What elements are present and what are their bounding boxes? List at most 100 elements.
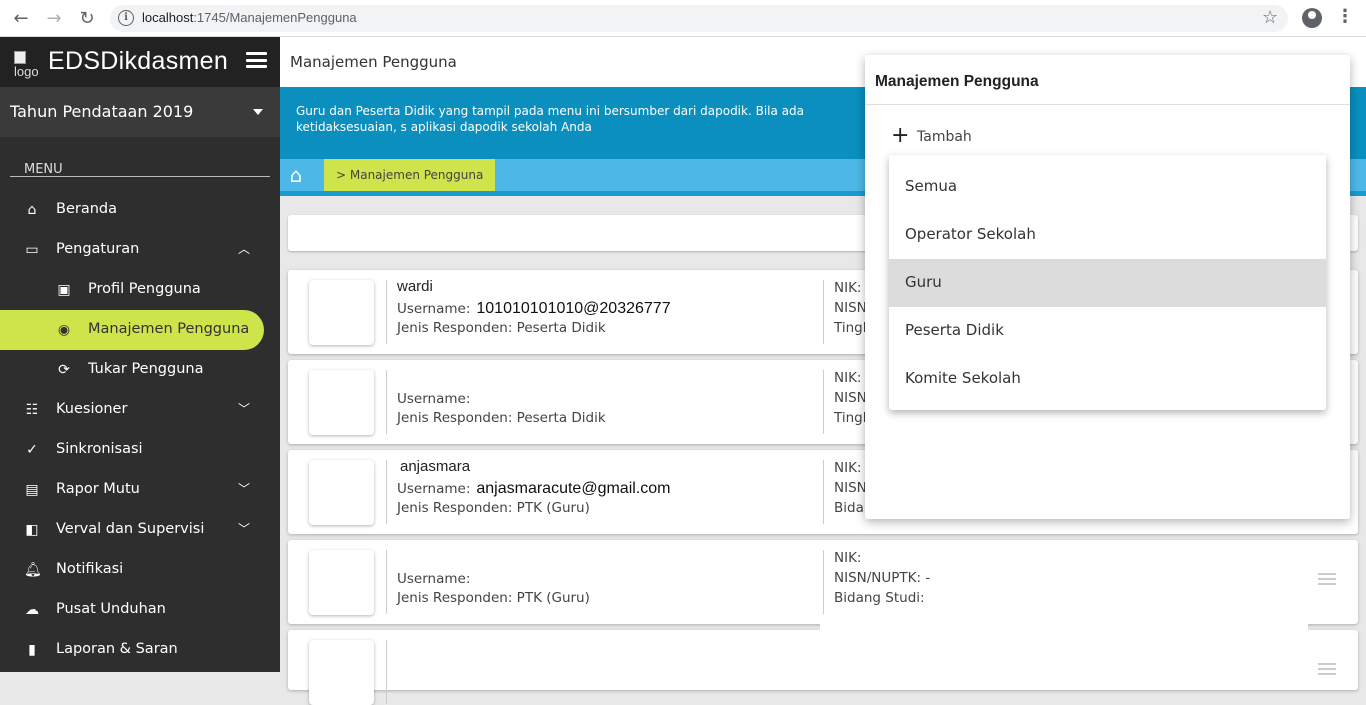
nisn-label: NISN	[834, 390, 867, 406]
nik-label: NIK:	[834, 460, 862, 476]
sidebar-item-label: Pengaturan	[56, 241, 140, 257]
add-button-label: Tambah	[917, 129, 972, 145]
jenis-responden: Jenis Responden: Peserta Didik	[397, 410, 606, 426]
user-card[interactable]: Username: Jenis Responden: PTK (Guru) NI…	[288, 540, 1358, 624]
avatar	[309, 460, 374, 525]
option-label: Operator Sekolah	[905, 225, 1036, 243]
logo-image: logo	[14, 51, 46, 85]
sidebar-item-label: Laporan & Saran	[56, 641, 178, 657]
page-title: Manajemen Pengguna	[290, 53, 457, 71]
jenis-responden: Jenis Responden: Peserta Didik	[397, 320, 606, 336]
year-select[interactable]: Tahun Pendataan 2019	[0, 87, 280, 177]
sidebar-item-label: Manajemen Pengguna	[88, 321, 250, 337]
nisn-label: NISN	[834, 480, 867, 496]
brand-header: logo EDSDikdasmen	[0, 37, 280, 87]
sidebar-item-pengaturan[interactable]: ▭ Pengaturan ︿	[0, 230, 280, 270]
bookmark-star-icon[interactable]: ☆	[1262, 7, 1278, 28]
user-name: anjasmara	[400, 458, 471, 475]
popup-title: Manajemen Pengguna	[875, 73, 1039, 90]
sidebar-item-verval-dan-supervisi[interactable]: ◧ Verval dan Supervisi ﹀	[0, 510, 280, 550]
username-row: Username: 101010101010@20326777	[397, 300, 671, 318]
username-label: Username:	[397, 391, 471, 407]
chevron-up-icon: ︿	[238, 242, 251, 256]
report-icon: ▮	[28, 642, 36, 658]
divider	[386, 460, 387, 524]
divider	[386, 640, 387, 704]
url-host: localhost	[142, 10, 194, 25]
user-circle-icon: ◉	[57, 322, 71, 338]
overlay-block	[820, 620, 1308, 672]
sidebar-item-kuesioner[interactable]: ☷ Kuesioner ﹀	[0, 390, 280, 430]
nisn-label: NISN/NUPTK: -	[834, 570, 931, 586]
book-icon: ▤	[25, 482, 39, 498]
verify-icon: ◧	[25, 522, 39, 538]
username-row: Username: anjasmaracute@gmail.com	[397, 480, 670, 498]
plus-icon: +	[891, 123, 910, 148]
chevron-down-icon: ﹀	[238, 522, 251, 536]
jenis-responden: Jenis Responden: PTK (Guru)	[397, 500, 590, 516]
divider	[386, 280, 387, 344]
divider	[865, 104, 1350, 105]
questionnaire-icon: ☷	[25, 402, 39, 418]
nik-label: NIK:	[834, 370, 862, 386]
divider	[386, 370, 387, 434]
menu-header: MENU	[24, 162, 63, 177]
dropdown-option-guru[interactable]: Guru	[889, 259, 1326, 307]
account-icon[interactable]	[1302, 8, 1322, 28]
caret-down-icon	[253, 109, 263, 115]
dropdown-option-semua[interactable]: Semua	[889, 163, 1326, 211]
home-icon[interactable]: ⌂	[284, 164, 308, 188]
sidebar-item-beranda[interactable]: ⌂ Beranda	[0, 190, 280, 230]
option-label: Guru	[905, 273, 942, 291]
sidebar-item-sinkronisasi[interactable]: ✓ Sinkronisasi	[0, 430, 280, 470]
sidebar-item-label: Beranda	[56, 201, 117, 217]
sidebar-item-pusat-unduhan[interactable]: ☁ Pusat Unduhan	[0, 590, 280, 630]
drag-handle-icon[interactable]	[1318, 573, 1336, 585]
dropdown-option-peserta-didik[interactable]: Peserta Didik	[889, 307, 1326, 355]
option-label: Peserta Didik	[905, 321, 1004, 339]
info-icon[interactable]: i	[118, 10, 134, 26]
sidebar-item-profil-pengguna[interactable]: ▣ Profil Pengguna	[0, 270, 280, 310]
forward-arrow-icon[interactable]: →	[43, 8, 65, 30]
breadcrumb-current[interactable]: > Manajemen Pengguna	[324, 159, 496, 191]
sidebar-item-label: Verval dan Supervisi	[56, 521, 205, 537]
sidebar-item-rapor-mutu[interactable]: ▤ Rapor Mutu ﹀	[0, 470, 280, 510]
divider	[386, 550, 387, 614]
year-select-value: Tahun Pendataan 2019	[10, 102, 194, 121]
avatar	[309, 640, 374, 705]
back-arrow-icon[interactable]: ←	[10, 8, 32, 30]
option-label: Semua	[905, 177, 958, 195]
avatar	[309, 280, 374, 345]
sidebar-item-notifikasi[interactable]: 🔔︎ Notifikasi	[0, 550, 280, 590]
sidebar-item-tukar-pengguna[interactable]: ⟳ Tukar Pengguna	[0, 350, 280, 390]
browser-toolbar: ← → ↻ i localhost:1745/ManajemenPengguna…	[0, 0, 1366, 37]
sidebar-item-label: Pusat Unduhan	[56, 601, 166, 617]
username-row: Username:	[397, 570, 476, 588]
chevron-down-icon: ﹀	[238, 482, 251, 496]
sidebar-item-laporan-dan-saran[interactable]: ▮ Laporan & Saran	[0, 630, 280, 670]
drag-handle-icon[interactable]	[1318, 663, 1336, 675]
role-dropdown-menu: Semua Operator Sekolah Guru Peserta Didi…	[889, 155, 1326, 410]
username-value: 101010101010@20326777	[476, 300, 671, 317]
jenis-responden: Jenis Responden: PTK (Guru)	[397, 590, 590, 606]
home-icon: ⌂	[27, 202, 37, 218]
chevron-down-icon: ﹀	[238, 402, 251, 416]
cloud-download-icon: ☁	[25, 602, 39, 618]
logo-alt-text: logo	[14, 64, 39, 79]
avatar	[309, 550, 374, 615]
avatar	[309, 370, 374, 435]
username-value: anjasmaracute@gmail.com	[476, 480, 671, 497]
browser-menu-icon[interactable]: ⋮	[1336, 6, 1354, 27]
url-text: localhost:1745/ManajemenPengguna	[142, 10, 357, 25]
hamburger-icon[interactable]	[246, 52, 267, 68]
divider	[823, 550, 824, 614]
divider	[823, 280, 824, 344]
username-label: Username:	[397, 481, 471, 497]
sidebar-item-manajemen-pengguna[interactable]: ◉ Manajemen Pengguna	[0, 310, 264, 350]
address-bar[interactable]: i localhost:1745/ManajemenPengguna	[110, 5, 1288, 32]
dropdown-option-operator-sekolah[interactable]: Operator Sekolah	[889, 211, 1326, 259]
reload-icon[interactable]: ↻	[76, 8, 98, 30]
dropdown-option-komite-sekolah[interactable]: Komite Sekolah	[889, 355, 1326, 403]
bell-icon: 🔔︎	[24, 562, 42, 578]
monitor-icon: ▭	[25, 242, 39, 258]
